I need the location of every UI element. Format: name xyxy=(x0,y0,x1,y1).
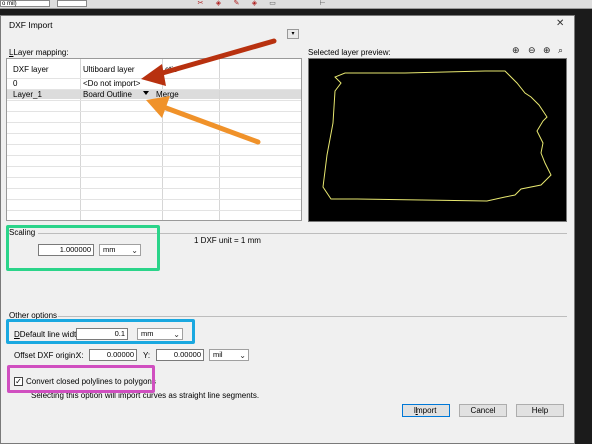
convert-polylines-highlight-box xyxy=(7,365,155,393)
orange-arrow-annotation xyxy=(146,96,261,145)
scaling-highlight-box xyxy=(6,225,160,271)
red-arrow-annotation xyxy=(141,38,277,86)
line-width-highlight-box xyxy=(6,319,195,344)
